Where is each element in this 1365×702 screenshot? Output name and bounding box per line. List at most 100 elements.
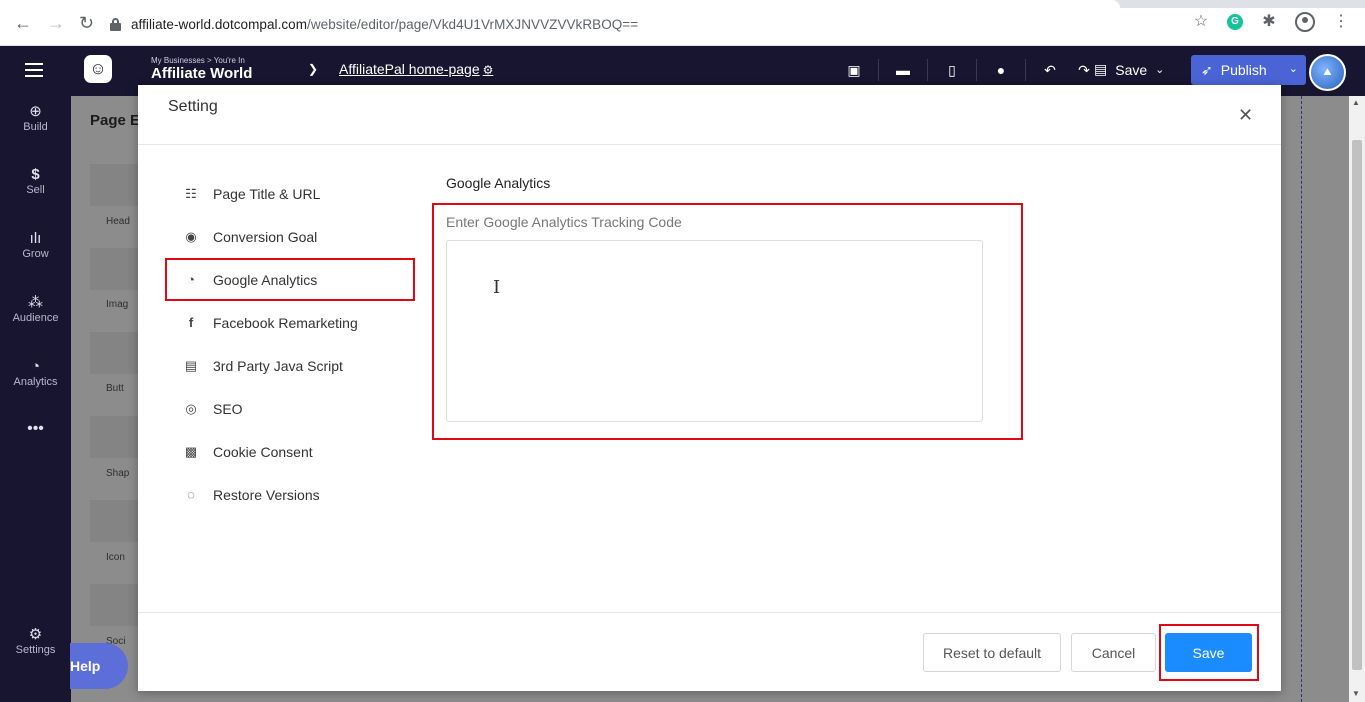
- menu-item-conversion-goal[interactable]: ◉ Conversion Goal: [165, 215, 415, 258]
- chevron-down-icon[interactable]: ❯: [308, 62, 318, 76]
- sidebar-item-audience[interactable]: ⁂ Audience: [0, 294, 71, 324]
- sidebar-item-grow[interactable]: ılı Grow: [0, 230, 71, 260]
- lock-icon[interactable]: [110, 17, 121, 31]
- desktop-view-icon[interactable]: ▬: [893, 59, 913, 81]
- divider: [878, 59, 879, 81]
- url-host: affiliate-world.dotcompal.com: [131, 16, 308, 32]
- page-name: AffiliatePal home-page: [339, 61, 480, 77]
- menu-item-label: Conversion Goal: [213, 228, 318, 245]
- reload-icon[interactable]: ↻: [79, 14, 94, 32]
- help-button[interactable]: Help: [70, 643, 128, 689]
- chevron-down-icon[interactable]: ⌄: [1289, 62, 1298, 75]
- back-arrow-icon[interactable]: ←: [14, 14, 32, 32]
- business-switcher[interactable]: My Businesses > You're In Affiliate Worl…: [151, 56, 252, 83]
- cancel-button[interactable]: Cancel: [1071, 633, 1156, 672]
- sidebar-label: Settings: [15, 644, 56, 656]
- menu-item-facebook-remarketing[interactable]: f Facebook Remarketing: [165, 301, 415, 344]
- menu-item-seo[interactable]: ◎ SEO: [165, 387, 415, 430]
- menu-item-google-analytics[interactable]: ◔ Google Analytics: [165, 258, 415, 301]
- settings-modal: Setting ✕ ☷ Page Title & URL ◉ Conversio…: [138, 85, 1281, 691]
- sidebar-item-analytics[interactable]: ◔ Analytics: [0, 358, 71, 388]
- reset-to-default-button[interactable]: Reset to default: [923, 633, 1061, 672]
- script-icon: ▤: [184, 357, 198, 373]
- menu-item-label: 3rd Party Java Script: [213, 357, 343, 374]
- forward-arrow-icon[interactable]: →: [47, 14, 65, 32]
- layers-icon[interactable]: ▣: [844, 59, 864, 81]
- divider: [138, 144, 1281, 145]
- hamburger-menu-icon[interactable]: [25, 63, 43, 77]
- sidebar-item-settings[interactable]: ⚙ Settings: [0, 626, 71, 656]
- menu-item-label: Restore Versions: [213, 486, 320, 503]
- divider: [976, 59, 977, 81]
- preview-eye-icon[interactable]: ●: [991, 59, 1011, 81]
- restore-icon: ◌: [187, 487, 195, 502]
- topbar-save-button[interactable]: ▤ Save ⌄: [1094, 61, 1164, 78]
- analytics-icon: ◔: [187, 272, 195, 287]
- active-tab[interactable]: [0, 0, 1120, 8]
- close-icon[interactable]: ✕: [1238, 105, 1253, 126]
- menu-item-restore-versions[interactable]: ◌ Restore Versions: [165, 473, 415, 516]
- gear-icon[interactable]: ⚙: [483, 63, 494, 77]
- sidebar-label: Build: [23, 121, 48, 133]
- divider: [927, 59, 928, 81]
- analytics-icon: ◔: [30, 358, 41, 375]
- address-bar[interactable]: affiliate-world.dotcompal.com/website/ed…: [110, 13, 638, 35]
- mobile-view-icon[interactable]: ▯: [942, 59, 962, 81]
- users-icon: ⁂: [28, 294, 43, 311]
- publish-button[interactable]: ➶ Publish ⌄: [1191, 55, 1306, 85]
- sidebar-label: Audience: [12, 312, 59, 324]
- extensions-puzzle-icon[interactable]: ✱: [1259, 12, 1279, 32]
- list-icon: ☷: [185, 185, 197, 201]
- growth-chart-icon: ılı: [29, 230, 42, 247]
- profile-icon[interactable]: [1295, 12, 1315, 32]
- tracking-code-textarea[interactable]: [446, 240, 983, 422]
- menu-item-page-title-url[interactable]: ☷ Page Title & URL: [165, 172, 415, 215]
- page-name-link[interactable]: AffiliatePal home-page ⚙: [339, 61, 493, 77]
- menu-item-label: SEO: [213, 400, 243, 417]
- tab-strip: [0, 0, 1365, 8]
- more-dots-icon[interactable]: •••: [0, 420, 71, 438]
- scroll-down-arrow-icon[interactable]: ▼: [1352, 689, 1360, 698]
- page-scrollbar[interactable]: ▲ ▼: [1349, 96, 1365, 702]
- browser-actions: ☆ G ✱ ⋮: [1191, 12, 1351, 32]
- search-icon: ◎: [185, 400, 197, 416]
- scroll-up-arrow-icon[interactable]: ▲: [1352, 98, 1360, 107]
- divider: [138, 612, 1281, 613]
- menu-item-label: Facebook Remarketing: [213, 314, 358, 331]
- menu-item-label: Page Title & URL: [213, 185, 321, 202]
- publish-label: Publish: [1220, 62, 1267, 78]
- rocket-icon: ➶: [1201, 61, 1213, 78]
- menu-item-3rd-party-script[interactable]: ▤ 3rd Party Java Script: [165, 344, 415, 387]
- url-text: affiliate-world.dotcompal.com/website/ed…: [131, 17, 638, 32]
- menu-item-label: Google Analytics: [213, 271, 318, 288]
- menu-item-cookie-consent[interactable]: ▩ Cookie Consent: [165, 430, 415, 473]
- plus-circle-icon: ⊕: [29, 103, 42, 120]
- bookmark-star-icon[interactable]: ☆: [1191, 12, 1211, 32]
- section-title: Google Analytics: [446, 175, 551, 191]
- redo-icon[interactable]: ↷: [1074, 59, 1094, 81]
- target-icon: ◉: [185, 228, 197, 244]
- dollar-icon: $: [31, 166, 40, 183]
- floppy-disk-icon: ▤: [1094, 61, 1108, 77]
- save-button[interactable]: Save: [1165, 633, 1252, 672]
- modal-title: Setting: [168, 98, 218, 115]
- app-sidebar: ⊕ Build $ Sell ılı Grow ⁂ Audience ◔ Analytic…: [0, 96, 71, 702]
- browser-toolbar: ← → ↻ affiliate-world.dotcompal.com/webs…: [0, 0, 1365, 46]
- settings-menu: ☷ Page Title & URL ◉ Conversion Goal ◔ G…: [165, 172, 415, 516]
- business-name: Affiliate World: [151, 65, 253, 82]
- more-menu-icon[interactable]: ⋮: [1331, 12, 1351, 32]
- cookie-icon: ▩: [184, 443, 198, 459]
- sidebar-item-build[interactable]: ⊕ Build: [0, 103, 71, 133]
- facebook-icon: f: [188, 315, 194, 330]
- dotcompal-logo[interactable]: ☺: [84, 55, 112, 83]
- sidebar-label: Grow: [22, 248, 49, 260]
- topbar-save-label: Save: [1115, 61, 1148, 78]
- user-avatar[interactable]: ⛰: [1309, 54, 1346, 91]
- sidebar-label: Sell: [26, 184, 45, 196]
- sidebar-label: Analytics: [13, 376, 58, 388]
- undo-icon[interactable]: ↶: [1040, 59, 1060, 81]
- sidebar-item-sell[interactable]: $ Sell: [0, 166, 71, 196]
- scroll-thumb[interactable]: [1352, 140, 1362, 670]
- grammarly-extension-icon[interactable]: G: [1227, 14, 1243, 30]
- chevron-down-icon[interactable]: ⌄: [1155, 63, 1164, 76]
